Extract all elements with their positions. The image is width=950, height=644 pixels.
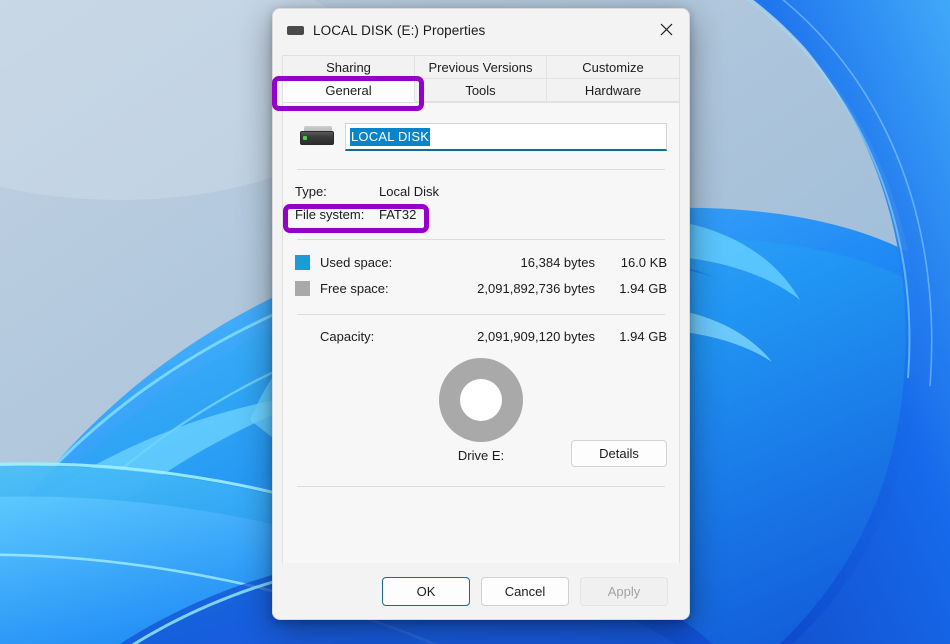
details-button[interactable]: Details xyxy=(571,440,667,467)
close-icon[interactable] xyxy=(643,9,689,49)
free-space-row: Free space: 2,091,892,736 bytes 1.94 GB xyxy=(295,275,667,301)
free-space-label: Free space: xyxy=(320,281,470,296)
divider-after-chart xyxy=(297,486,665,487)
tab-hardware[interactable]: Hardware xyxy=(547,79,679,102)
used-space-bytes: 16,384 bytes xyxy=(470,255,601,270)
capacity-row: Capacity: 2,091,909,120 bytes 1.94 GB xyxy=(295,322,667,350)
capacity-human: 1.94 GB xyxy=(601,329,667,344)
free-space-human: 1.94 GB xyxy=(601,281,667,296)
volume-name-selected-text: LOCAL DISK xyxy=(350,128,430,146)
capacity-chart-area: Drive E: Details xyxy=(295,358,667,478)
volume-name-input[interactable]: LOCAL DISK xyxy=(345,123,667,151)
capacity-bytes: 2,091,909,120 bytes xyxy=(470,329,601,344)
general-tab-panel: LOCAL DISK Type: Local Disk File system:… xyxy=(282,102,680,576)
used-space-swatch xyxy=(295,255,310,270)
file-system-label: File system: xyxy=(295,207,379,222)
tab-general[interactable]: General xyxy=(283,79,415,102)
apply-button: Apply xyxy=(580,577,668,606)
used-space-label: Used space: xyxy=(320,255,470,270)
used-space-human: 16.0 KB xyxy=(601,255,667,270)
window-title: LOCAL DISK (E:) Properties xyxy=(313,23,485,38)
desktop-background: LOCAL DISK (E:) Properties Sharing Previ… xyxy=(0,0,950,644)
drive-large-icon xyxy=(295,125,341,149)
type-row: Type: Local Disk xyxy=(295,180,667,203)
volume-name-field-wrap: LOCAL DISK xyxy=(345,123,667,151)
file-system-value: FAT32 xyxy=(379,207,667,222)
tab-sharing[interactable]: Sharing xyxy=(283,56,415,79)
dialog-footer: OK Cancel Apply xyxy=(273,563,689,619)
type-value: Local Disk xyxy=(379,184,667,199)
title-bar: LOCAL DISK (E:) Properties xyxy=(273,9,689,51)
volume-name-row: LOCAL DISK xyxy=(295,103,667,151)
file-system-row: File system: FAT32 xyxy=(295,203,667,226)
tab-strip: Sharing Previous Versions Customize Gene… xyxy=(282,55,680,102)
ok-button[interactable]: OK xyxy=(382,577,470,606)
free-space-swatch xyxy=(295,281,310,296)
drive-properties-dialog: LOCAL DISK (E:) Properties Sharing Previ… xyxy=(272,8,690,620)
divider-before-capacity xyxy=(297,314,665,315)
free-space-bytes: 2,091,892,736 bytes xyxy=(470,281,601,296)
capacity-label: Capacity: xyxy=(295,329,470,344)
tab-row-top: Sharing Previous Versions Customize xyxy=(283,56,679,79)
tab-row-bottom: General Tools Hardware xyxy=(283,79,679,102)
used-space-row: Used space: 16,384 bytes 16.0 KB xyxy=(295,249,667,275)
capacity-donut-chart xyxy=(439,358,523,442)
type-label: Type: xyxy=(295,184,379,199)
tab-customize[interactable]: Customize xyxy=(547,56,679,79)
cancel-button[interactable]: Cancel xyxy=(481,577,569,606)
drive-caption: Drive E: xyxy=(458,448,504,463)
tab-tools[interactable]: Tools xyxy=(415,79,547,102)
drive-icon xyxy=(287,26,304,35)
tab-previous-versions[interactable]: Previous Versions xyxy=(415,56,547,79)
